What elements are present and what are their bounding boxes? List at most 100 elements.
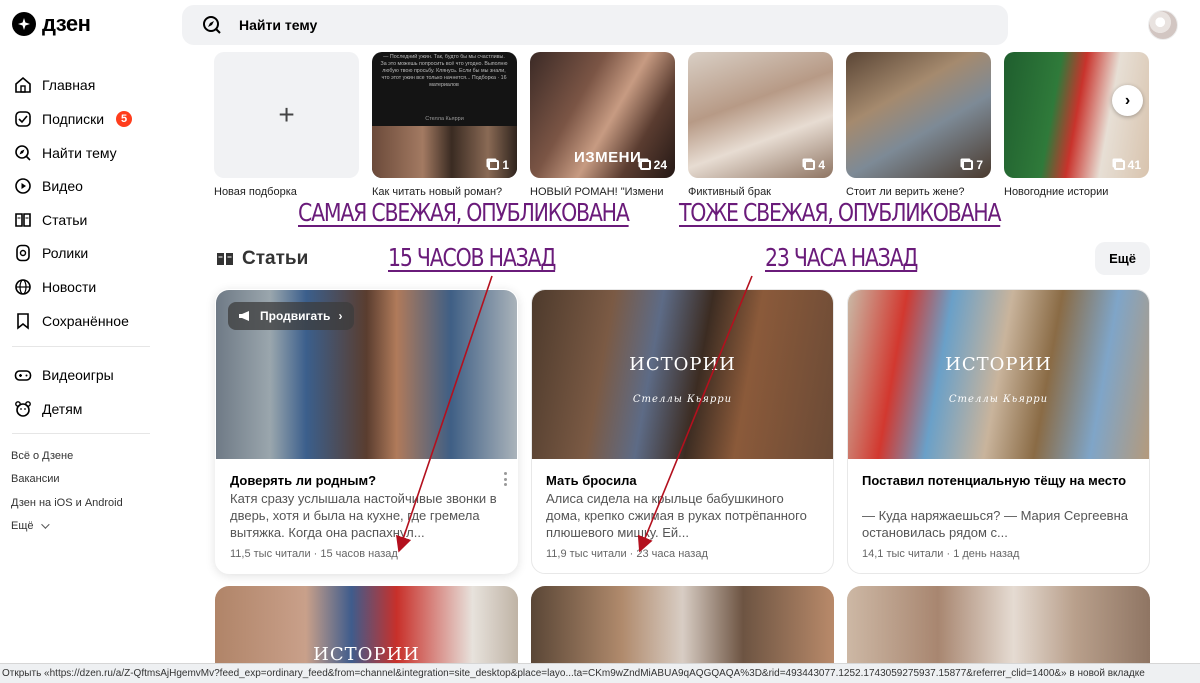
sidebar-item-label: Новости	[42, 279, 97, 295]
bookmark-icon	[17, 313, 29, 330]
play-icon	[15, 178, 31, 194]
article-snippet: Катя сразу услышала настойчивые звонки в…	[230, 491, 497, 540]
collection-label: Фиктивный брак	[688, 186, 771, 198]
article-title[interactable]: Поставил потенциальную тёщу на место	[862, 472, 1130, 489]
logo-text: дзен	[42, 11, 91, 36]
collection-author: Стелла Кьярри	[425, 116, 464, 122]
article-card[interactable]: ИСТОРИИ Стеллы Кьярри Поставил потенциал…	[847, 289, 1150, 574]
collection-card[interactable]: ИЗМЕНИ 24	[530, 52, 675, 178]
browser-status-bar: Открыть «https://dzen.ru/a/Z-QftmsAjHgem…	[0, 663, 1200, 683]
article-meta: 11,5 тыс читали · 15 часов назад	[230, 548, 398, 560]
sidebar-item-home[interactable]: Главная	[14, 73, 95, 97]
sidebar-item-shorts[interactable]: Ролики	[14, 241, 88, 265]
more-links-toggle[interactable]: Ещё	[11, 520, 50, 532]
top-bar: дзен Найти тему	[0, 0, 1200, 50]
gamepad-icon	[14, 370, 32, 381]
sidebar-item-articles[interactable]: Статьи	[14, 208, 87, 232]
sidebar-item-label: Видео	[42, 178, 83, 194]
avatar[interactable]	[1148, 10, 1178, 40]
sidebar-item-label: Подписки	[42, 111, 105, 127]
sidebar-item-video[interactable]: Видео	[14, 174, 83, 198]
collection-quote-text: — Последний ужин. Так, будто бы мы счаст…	[380, 54, 508, 88]
article-image: ИСТОРИИ Стеллы Кьярри	[848, 290, 1149, 459]
article-snippet: Алиса сидела на крыльце бабушкиного дома…	[546, 491, 807, 540]
sidebar-item-subscriptions[interactable]: Подписки 5	[14, 107, 133, 131]
stack-icon	[804, 160, 816, 170]
stories-logo-title: ИСТОРИИ	[945, 354, 1052, 375]
stories-logo-title: ИСТОРИИ	[629, 354, 736, 375]
collection-card[interactable]: 4	[688, 52, 833, 178]
collection-label: Новогодние истории	[1004, 186, 1109, 198]
news-icon	[15, 279, 31, 295]
collection-label: Стоит ли верить жене?	[846, 186, 965, 198]
search-input[interactable]: Найти тему	[239, 17, 317, 33]
collection-card[interactable]: — Последний ужин. Так, будто бы мы счаст…	[372, 52, 517, 178]
article-image: ИСТОРИИ Стеллы Кьярри	[532, 290, 833, 459]
article-title[interactable]: Мать бросила	[546, 472, 814, 489]
annotation-text: 15 часов назад	[388, 243, 556, 272]
chevron-right-icon: ›	[338, 309, 343, 323]
stack-icon	[1113, 160, 1125, 170]
sidebar-item-news[interactable]: Новости	[14, 275, 96, 299]
home-icon	[15, 76, 31, 93]
section-title: Статьи	[216, 248, 308, 270]
collection-label: НОВЫЙ РОМАН! "Измени	[530, 186, 664, 198]
collection-card[interactable]: 7	[846, 52, 991, 178]
annotation-text: Самая свежая, опубликована	[298, 198, 630, 227]
collection-count: 24	[639, 158, 667, 172]
subscriptions-icon	[15, 111, 31, 127]
shorts-icon	[16, 244, 30, 262]
compass-search-icon	[203, 16, 221, 34]
collection-count: 7	[962, 158, 983, 172]
promote-button[interactable]: Продвигать ›	[228, 302, 355, 330]
mobile-apps-link[interactable]: Дзен на iOS и Android	[11, 497, 123, 509]
sidebar-item-kids[interactable]: Детям	[14, 397, 82, 421]
dzen-logo[interactable]: дзен	[12, 11, 91, 37]
stack-icon	[639, 160, 651, 170]
about-dzen-link[interactable]: Всё о Дзене	[11, 450, 73, 462]
stories-logo-sub: Стеллы Кьярри	[948, 394, 1049, 405]
megaphone-icon	[239, 311, 249, 321]
sidebar-item-label: Детям	[42, 401, 83, 417]
chevron-right-icon: ›	[1124, 91, 1131, 109]
sidebar-item-find-topic[interactable]: Найти тему	[14, 141, 117, 165]
article-title[interactable]: Доверять ли родным?	[230, 472, 498, 489]
collection-count: 1	[488, 158, 509, 172]
search-bar[interactable]: Найти тему	[182, 5, 1008, 45]
sidebar-item-games[interactable]: Видеоигры	[14, 363, 114, 387]
collection-count: 41	[1113, 158, 1141, 172]
collection-label: Как читать новый роман?	[372, 186, 503, 198]
jobs-link[interactable]: Вакансии	[11, 473, 60, 485]
carousel-next-button[interactable]: ›	[1112, 85, 1143, 116]
article-card[interactable]: Продвигать › Доверять ли родным? Катя ср…	[215, 289, 518, 574]
article-image: Продвигать ›	[216, 290, 517, 459]
stack-icon	[488, 160, 500, 170]
annotation-text: 23 часа назад	[765, 243, 918, 272]
stories-logo-sub: Стеллы Кьярри	[632, 394, 733, 405]
sidebar-item-saved[interactable]: Сохранённое	[14, 309, 129, 333]
article-meta: 14,1 тыс читали · 1 день назад	[862, 548, 1020, 560]
chevron-down-icon	[40, 520, 50, 529]
collection-count: 4	[804, 158, 825, 172]
book-icon	[217, 253, 233, 265]
article-meta: 11,9 тыс читали · 23 часа назад	[546, 548, 708, 560]
sidebar-item-label: Найти тему	[42, 145, 117, 161]
annotation-text: Тоже свежая, опубликована	[679, 198, 1001, 227]
sidebar-item-label: Ролики	[42, 245, 89, 261]
compass-icon	[15, 145, 31, 161]
bear-icon	[15, 401, 31, 417]
sidebar-item-label: Главная	[42, 77, 96, 93]
sidebar-item-label: Сохранённое	[42, 313, 129, 329]
more-links-label: Ещё	[11, 520, 34, 532]
sidebar-divider	[12, 346, 150, 347]
collection-overlay-text: ИЗМЕНИ	[574, 149, 642, 166]
book-icon	[15, 213, 31, 227]
plus-icon: +	[278, 99, 295, 130]
more-button[interactable]: Ещё	[1095, 242, 1150, 275]
stack-icon	[962, 160, 974, 170]
new-collection-button[interactable]: +	[214, 52, 359, 178]
more-options-icon[interactable]	[503, 472, 507, 486]
sidebar-divider	[12, 433, 150, 434]
article-snippet: — Куда наряжаешься? — Мария Сергеевна ос…	[862, 508, 1128, 540]
article-card[interactable]: ИСТОРИИ Стеллы Кьярри Мать бросила Алиса…	[531, 289, 834, 574]
